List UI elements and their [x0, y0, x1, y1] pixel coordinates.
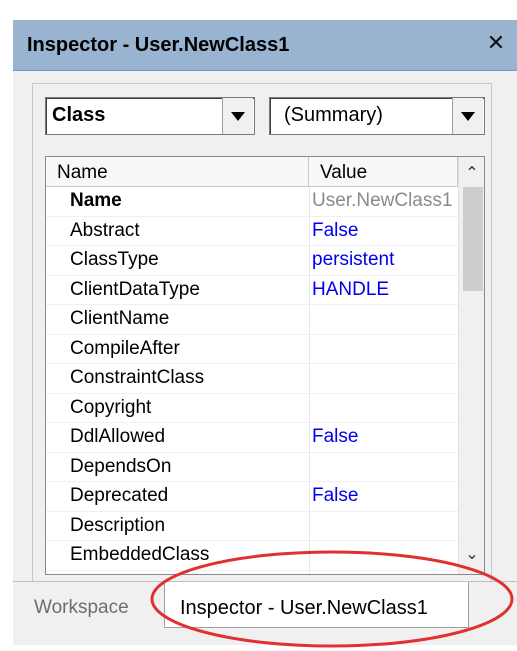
property-row[interactable]: ConstraintClass	[46, 364, 458, 394]
property-name: CompileAfter	[70, 337, 180, 359]
class-selector-value: Class	[52, 104, 106, 126]
property-value[interactable]: False	[312, 220, 456, 242]
property-row[interactable]: Copyright	[46, 394, 458, 423]
chevron-down-icon	[461, 111, 475, 121]
window-title: Inspector - User.NewClass1	[27, 34, 290, 56]
property-row[interactable]: DependsOn	[46, 453, 458, 482]
property-name: DependsOn	[70, 455, 172, 477]
tab-workspace[interactable]: Workspace	[34, 597, 129, 619]
property-grid: Name Value Name User.NewClass1 Abstract Fal…	[45, 156, 485, 575]
column-header-value[interactable]: Value	[309, 157, 458, 186]
property-name: Description	[70, 514, 166, 536]
property-name: Name	[70, 190, 122, 211]
property-name: DdlAllowed	[70, 426, 166, 447]
class-selector-dropdown-button[interactable]	[222, 98, 253, 134]
property-value[interactable]: persistent	[312, 249, 456, 271]
vertical-scrollbar[interactable]: ⌃ ⌄	[458, 157, 484, 574]
property-name: ConstraintClass	[70, 367, 205, 388]
tab-inspector-label: Inspector - User.NewClass1	[180, 597, 428, 619]
property-row[interactable]: Deprecated False	[46, 482, 458, 512]
property-value[interactable]: User.NewClass1	[312, 190, 456, 212]
property-name: Deprecated	[70, 485, 169, 506]
property-name: Final	[70, 574, 111, 575]
grid-header: Name Value	[46, 157, 458, 187]
property-row[interactable]: Final False	[46, 571, 458, 575]
class-selector[interactable]: Class	[45, 97, 255, 135]
property-name: Abstract	[70, 219, 140, 241]
member-selector[interactable]: (Summary)	[269, 97, 485, 135]
property-value[interactable]: False	[312, 485, 456, 507]
property-name: ClientName	[70, 308, 170, 329]
close-icon[interactable]: ✕	[482, 30, 510, 58]
property-name: ClassType	[70, 249, 159, 270]
property-row[interactable]: Description	[46, 512, 458, 541]
property-row[interactable]: ClientDataType HANDLE	[46, 276, 458, 305]
scrollbar-thumb[interactable]	[463, 187, 483, 291]
member-selector-dropdown-button[interactable]	[452, 98, 483, 134]
property-value[interactable]: False	[312, 426, 456, 448]
property-row[interactable]: EmbeddedClass	[46, 541, 458, 571]
property-value[interactable]: HANDLE	[312, 279, 456, 301]
property-row[interactable]: ClassType persistent	[46, 246, 458, 276]
property-name: ClientDataType	[70, 278, 200, 300]
property-row[interactable]: ClientName	[46, 305, 458, 335]
property-name: Copyright	[70, 396, 152, 418]
property-row[interactable]: CompileAfter	[46, 335, 458, 364]
property-row[interactable]: DdlAllowed False	[46, 423, 458, 453]
grid-rows: Name User.NewClass1 Abstract False ClassType…	[46, 187, 458, 575]
scroll-up-icon[interactable]: ⌃	[459, 159, 484, 185]
property-row[interactable]: Name User.NewClass1	[46, 187, 458, 217]
scroll-down-icon[interactable]: ⌄	[459, 540, 484, 566]
property-row[interactable]: Abstract False	[46, 217, 458, 246]
column-header-name[interactable]: Name	[46, 157, 309, 186]
property-name: EmbeddedClass	[70, 544, 210, 565]
member-selector-value: (Summary)	[284, 104, 383, 126]
property-value[interactable]: False	[312, 574, 456, 575]
chevron-down-icon	[231, 111, 245, 121]
